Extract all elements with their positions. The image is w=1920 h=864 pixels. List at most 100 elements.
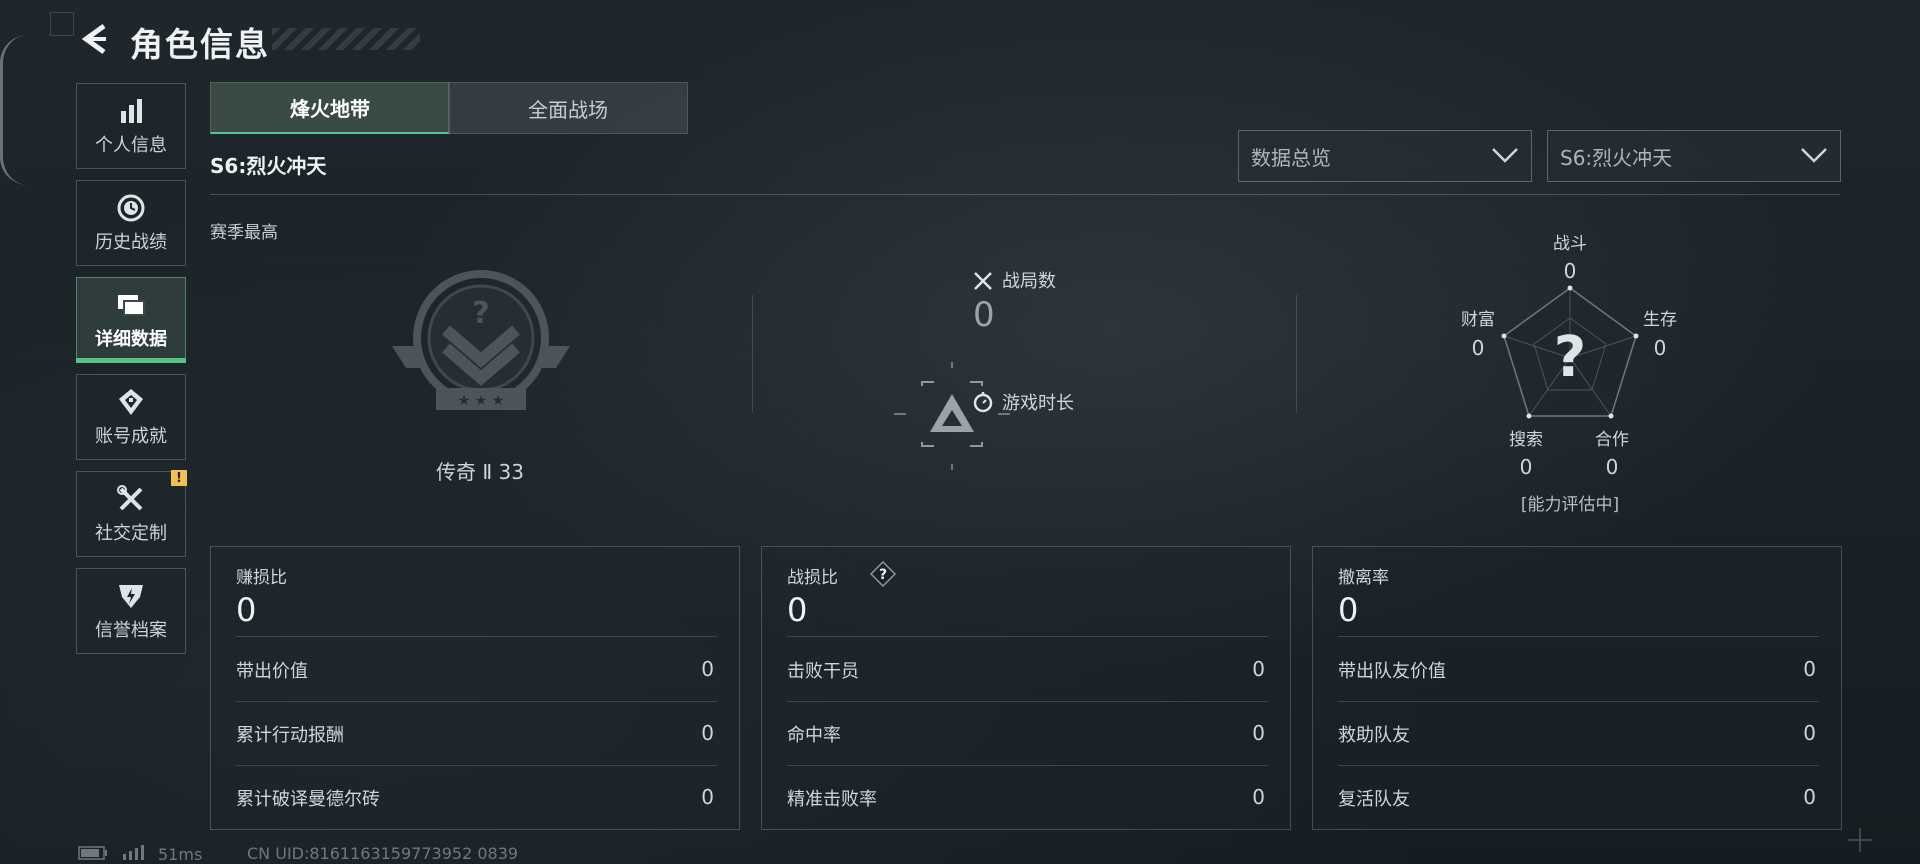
card-value: 0 — [236, 591, 257, 629]
card-row-label: 命中率 — [787, 725, 841, 746]
shield-bolt-icon — [115, 580, 147, 612]
title-stripes — [272, 28, 420, 50]
card-title: 战损比 — [787, 568, 838, 588]
card-row-label: 累计破译曼德尔砖 — [236, 789, 380, 810]
game-logo-icon — [892, 358, 1012, 470]
radar-label-search: 搜索 — [1509, 430, 1543, 450]
sidebar-item-detailed-data[interactable]: 详细数据 — [76, 277, 186, 363]
card-row-value: 0 — [701, 785, 714, 809]
ping-value: 51ms — [158, 844, 203, 864]
card-divider — [1338, 765, 1819, 766]
timer-icon — [972, 391, 994, 413]
card-row-value: 0 — [1252, 657, 1265, 681]
card-row-label: 累计行动报酬 — [236, 725, 344, 746]
radar-label-wealth: 财富 — [1461, 310, 1495, 330]
battle-count-label: 战局数 — [1002, 271, 1056, 292]
svg-text:★ ★ ★: ★ ★ ★ — [458, 393, 505, 409]
play-time-label: 游戏时长 — [1002, 393, 1074, 414]
signal-icon — [122, 844, 144, 864]
sidebar-item-personal-info[interactable]: 个人信息 — [76, 83, 186, 169]
sidebar-item-history[interactable]: 历史战绩 — [76, 180, 186, 266]
rank-emblem-icon: ? ★ ★ ★ — [388, 268, 574, 418]
card-row-value: 0 — [1803, 657, 1816, 681]
card-divider — [787, 765, 1268, 766]
radar-status: [能力评估中] — [1520, 495, 1620, 515]
card-value: 0 — [1338, 591, 1359, 629]
radar-label-cooperation: 合作 — [1595, 430, 1629, 450]
ability-radar-chart: ? — [1500, 268, 1640, 438]
card-row-value: 0 — [1252, 785, 1265, 809]
battery-icon — [78, 845, 108, 864]
sidebar-item-label: 信誉档案 — [95, 620, 167, 641]
sidebar-item-label: 历史战绩 — [95, 232, 167, 253]
radar-label-combat: 战斗 — [1553, 234, 1587, 254]
bar-chart-icon — [115, 95, 147, 127]
user-uid: CN UID:8161163159773952 0839 — [247, 844, 519, 863]
warning-badge: ! — [171, 470, 187, 486]
page-title: 角色信息 — [130, 25, 270, 64]
stat-card-kd-ratio: 战损比 ? 0 击败干员 0 命中率 0 精准击败率 0 — [761, 546, 1291, 830]
card-row-value: 0 — [1252, 721, 1265, 745]
sidebar-item-label: 账号成就 — [95, 426, 167, 447]
clock-history-icon — [115, 192, 147, 224]
card-divider — [787, 701, 1268, 702]
card-row-value: 0 — [1803, 721, 1816, 745]
season-dropdown[interactable]: S6:烈火冲天 — [1547, 130, 1841, 182]
card-divider — [236, 765, 717, 766]
card-row-value: 0 — [701, 721, 714, 745]
sidebar-item-reputation[interactable]: 信誉档案 — [76, 568, 186, 654]
card-row-label: 救助队友 — [1338, 725, 1410, 746]
battle-count-value: 0 — [973, 295, 995, 335]
stat-card-extraction-rate: 撤离率 0 带出队友价值 0 救助队友 0 复活队友 0 — [1312, 546, 1842, 830]
sidebar-item-label: 个人信息 — [95, 135, 167, 156]
radar-value-cooperation: 0 — [1605, 455, 1619, 479]
back-arrow-icon[interactable] — [78, 22, 112, 56]
card-row-label: 复活队友 — [1338, 789, 1410, 810]
card-divider — [236, 701, 717, 702]
tools-icon — [115, 483, 147, 515]
stat-card-profit-ratio: 赚损比 0 带出价值 0 累计行动报酬 0 累计破译曼德尔砖 0 — [210, 546, 740, 830]
crossed-swords-icon — [972, 270, 994, 292]
radar-label-survival: 生存 — [1643, 310, 1677, 330]
sidebar-item-label: 详细数据 — [95, 329, 167, 350]
card-divider — [787, 636, 1268, 637]
card-row-label: 击败干员 — [787, 661, 859, 682]
card-title: 赚损比 — [236, 568, 287, 588]
svg-text:?: ? — [472, 296, 489, 331]
tab-full-battlefield[interactable]: 全面战场 — [448, 82, 688, 134]
radar-value-survival: 0 — [1653, 336, 1667, 360]
help-icon-label: ? — [879, 567, 887, 583]
svg-text:?: ? — [1554, 325, 1586, 390]
corner-decoration — [50, 12, 74, 36]
radar-value-wealth: 0 — [1471, 336, 1485, 360]
section-divider — [752, 295, 753, 413]
card-row-label: 带出队友价值 — [1338, 661, 1446, 682]
header-divider — [210, 194, 1840, 195]
card-row-label: 精准击败率 — [787, 789, 877, 810]
tab-hazard-zone[interactable]: 烽火地带 — [210, 82, 450, 134]
radar-value-search: 0 — [1519, 455, 1533, 479]
card-row-label: 带出价值 — [236, 661, 308, 682]
screen-edge-arc — [0, 35, 28, 185]
card-divider — [1338, 636, 1819, 637]
card-divider — [236, 636, 717, 637]
radar-value-combat: 0 — [1563, 259, 1577, 283]
chevron-down-icon — [1491, 144, 1519, 168]
card-row-value: 0 — [701, 657, 714, 681]
rank-name: 传奇 Ⅱ 33 — [435, 460, 524, 484]
section-divider — [1296, 295, 1297, 413]
help-icon[interactable]: ? — [869, 560, 897, 588]
view-dropdown[interactable]: 数据总览 — [1238, 130, 1532, 182]
sidebar-item-social-custom[interactable]: ! 社交定制 — [76, 470, 187, 557]
folder-icon — [115, 289, 147, 321]
season-dropdown-value: S6:烈火冲天 — [1560, 145, 1673, 170]
crosshair-icon — [1848, 828, 1872, 852]
sidebar-item-achievements[interactable]: 账号成就 — [76, 374, 186, 460]
season-best-label: 赛季最高 — [210, 223, 278, 243]
season-title: S6:烈火冲天 — [210, 154, 327, 178]
card-divider — [1338, 701, 1819, 702]
card-title: 撤离率 — [1338, 568, 1389, 588]
sidebar-item-label: 社交定制 — [95, 523, 167, 544]
status-bar: 51ms — [78, 844, 202, 864]
card-value: 0 — [787, 591, 808, 629]
